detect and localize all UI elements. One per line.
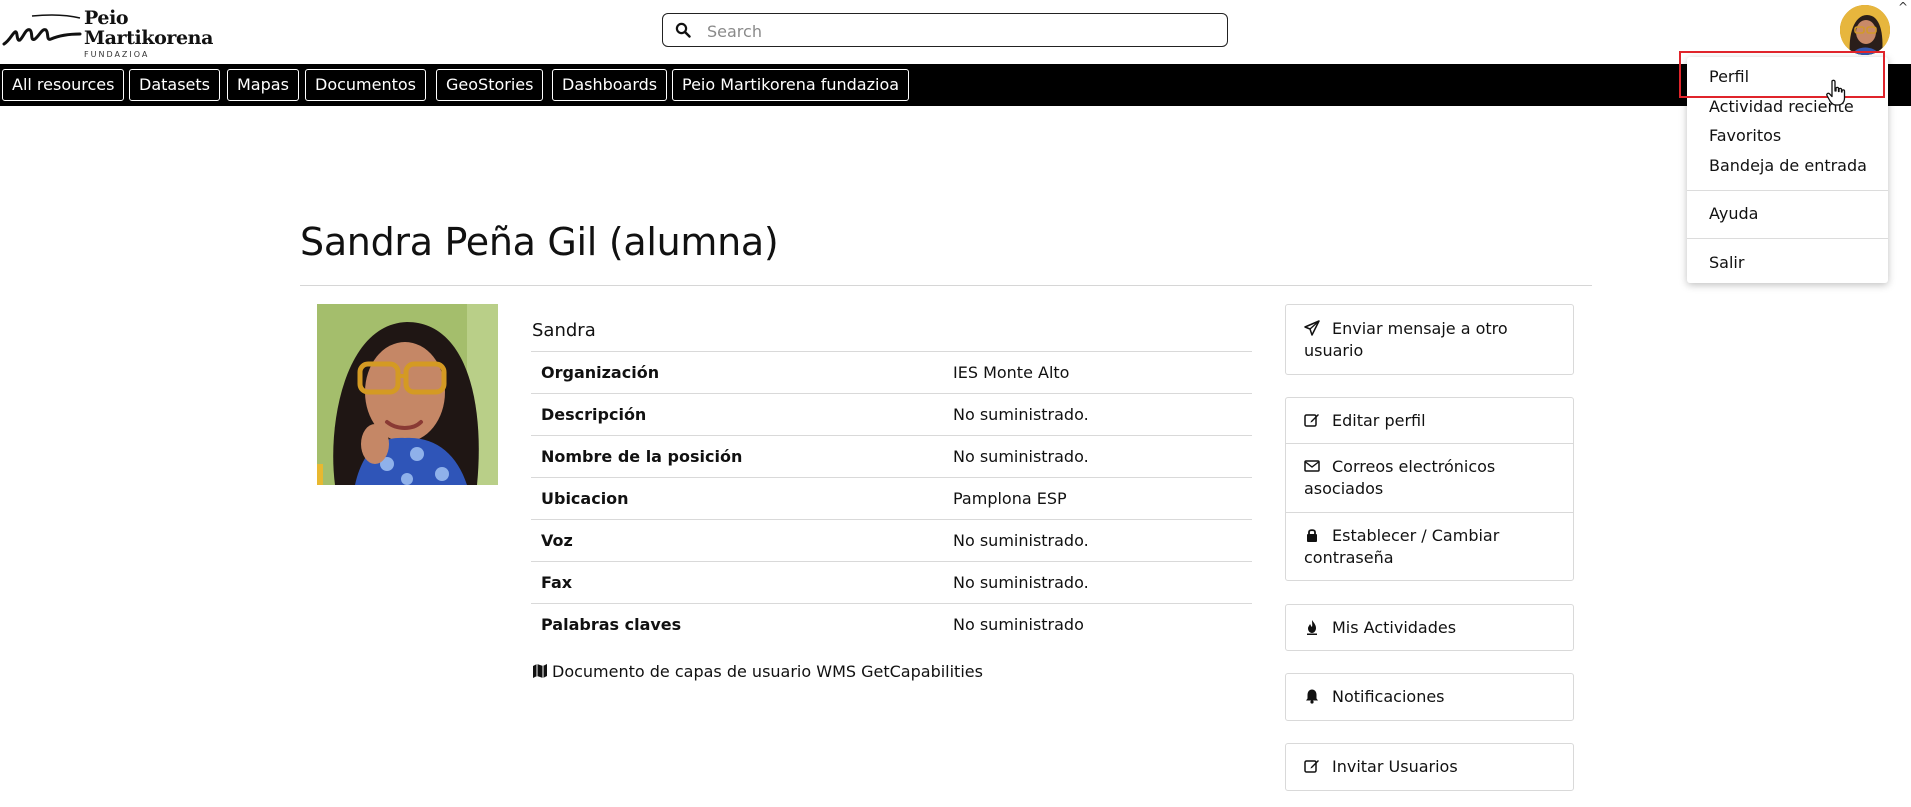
- table-row: Organización IES Monte Alto: [531, 351, 1252, 394]
- nav-dashboards[interactable]: Dashboards: [552, 69, 668, 101]
- invite-panel: Invitar Usuarios: [1285, 743, 1574, 791]
- envelope-icon: [1304, 460, 1320, 472]
- menu-item-inbox[interactable]: Bandeja de entrada: [1709, 156, 1867, 175]
- table-row: Descripción No suministrado.: [531, 393, 1252, 436]
- menu-item-help[interactable]: Ayuda: [1709, 204, 1758, 223]
- user-menu-dropdown: Perfil Actividad reciente Favoritos Band…: [1687, 57, 1888, 283]
- map-icon: [533, 664, 547, 678]
- profile-details-table: Organización IES Monte Alto Descripción …: [531, 351, 1252, 645]
- paper-plane-icon: [1304, 319, 1320, 336]
- user-avatar[interactable]: [1840, 5, 1890, 55]
- field-label: Palabras claves: [531, 603, 943, 645]
- table-row: Voz No suministrado.: [531, 519, 1252, 562]
- change-password-button[interactable]: Establecer / Cambiar contraseña: [1286, 512, 1573, 580]
- lock-icon: [1307, 528, 1317, 542]
- field-value: IES Monte Alto: [943, 351, 1252, 394]
- my-activities-button[interactable]: Mis Actividades: [1286, 605, 1573, 650]
- profile-photo: [317, 304, 498, 485]
- menu-item-favorites[interactable]: Favoritos: [1709, 126, 1781, 145]
- notifications-panel: Notificaciones: [1285, 673, 1574, 721]
- hand-cursor-icon: [1826, 79, 1846, 106]
- field-label: Nombre de la posición: [531, 435, 943, 478]
- header: Peio Martikorena FUNDAZIOA ^: [0, 0, 1911, 64]
- menu-divider: [1687, 190, 1888, 191]
- message-panel: Enviar mensaje a otro usuario: [1285, 304, 1574, 375]
- notifications-button[interactable]: Notificaciones: [1286, 674, 1573, 720]
- nav-mapas[interactable]: Mapas: [227, 69, 299, 101]
- notifications-label: Notificaciones: [1332, 687, 1445, 706]
- field-label: Voz: [531, 519, 943, 562]
- wms-link-label: Documento de capas de usuario WMS GetCap…: [552, 662, 983, 681]
- invite-users-label: Invitar Usuarios: [1332, 757, 1458, 776]
- user-portrait-image: [1840, 5, 1890, 55]
- wms-capabilities-link[interactable]: Documento de capas de usuario WMS GetCap…: [532, 662, 983, 681]
- field-label: Organización: [531, 351, 943, 394]
- table-row: Ubicacion Pamplona ESP: [531, 477, 1252, 520]
- edit-icon: [1304, 413, 1319, 427]
- table-row: Fax No suministrado.: [531, 561, 1252, 604]
- send-message-label: Enviar mensaje a otro usuario: [1304, 318, 1508, 360]
- field-value: No suministrado.: [943, 393, 1252, 436]
- main-navbar: All resources Datasets Mapas Documentos …: [0, 64, 1911, 106]
- nav-all-resources[interactable]: All resources: [2, 69, 125, 101]
- menu-divider: [1687, 238, 1888, 239]
- nav-datasets[interactable]: Datasets: [129, 69, 220, 101]
- edit-icon: [1304, 760, 1319, 773]
- menu-item-perfil[interactable]: Perfil: [1709, 67, 1749, 86]
- edit-profile-button[interactable]: Editar perfil: [1286, 398, 1573, 443]
- brand-scribble-icon: [2, 14, 82, 46]
- field-value: No suministrado.: [943, 561, 1252, 604]
- field-label: Ubicacion: [531, 477, 943, 520]
- page-title: Sandra Peña Gil (alumna): [300, 220, 779, 264]
- table-row: Nombre de la posición No suministrado.: [531, 435, 1252, 478]
- nav-documentos[interactable]: Documentos: [305, 69, 427, 101]
- menu-item-logout[interactable]: Salir: [1709, 253, 1744, 272]
- table-row: Palabras claves No suministrado: [531, 603, 1252, 645]
- activities-panel: Mis Actividades: [1285, 604, 1574, 651]
- profile-first-name: Sandra: [532, 320, 596, 341]
- search-box: [662, 13, 1228, 47]
- brand-logo[interactable]: Peio Martikorena FUNDAZIOA: [0, 4, 214, 59]
- fire-icon: [1307, 619, 1317, 635]
- edit-profile-label: Editar perfil: [1332, 410, 1426, 430]
- change-password-label: Establecer / Cambiar contraseña: [1304, 525, 1500, 567]
- nav-organization[interactable]: Peio Martikorena fundazioa: [672, 69, 910, 101]
- bell-icon: [1306, 689, 1318, 704]
- title-divider: [300, 285, 1592, 286]
- associated-emails-label: Correos electrónicos asociados: [1304, 457, 1496, 498]
- field-value: No suministrado.: [943, 435, 1252, 478]
- brand-name-line2: Martikorena: [84, 27, 214, 49]
- invite-users-button[interactable]: Invitar Usuarios: [1286, 744, 1573, 790]
- field-label: Descripción: [531, 393, 943, 436]
- search-icon[interactable]: [675, 22, 691, 38]
- field-value: Pamplona ESP: [943, 477, 1252, 520]
- profile-portrait-image: [317, 304, 498, 485]
- my-activities-label: Mis Actividades: [1332, 617, 1457, 637]
- nav-geostories[interactable]: GeoStories: [436, 69, 544, 101]
- brand-name-line1: Peio: [84, 7, 129, 29]
- field-value: No suministrado.: [943, 519, 1252, 562]
- caret-up-icon: ^: [1898, 0, 1909, 14]
- search-input[interactable]: [705, 18, 1209, 44]
- account-panel: Editar perfil Correos electrónicos asoci…: [1285, 397, 1574, 581]
- field-label: Fax: [531, 561, 943, 604]
- send-message-button[interactable]: Enviar mensaje a otro usuario: [1286, 305, 1573, 374]
- field-value: No suministrado: [943, 603, 1252, 645]
- brand-subtitle: FUNDAZIOA: [84, 50, 150, 59]
- associated-emails-button[interactable]: Correos electrónicos asociados: [1286, 443, 1573, 512]
